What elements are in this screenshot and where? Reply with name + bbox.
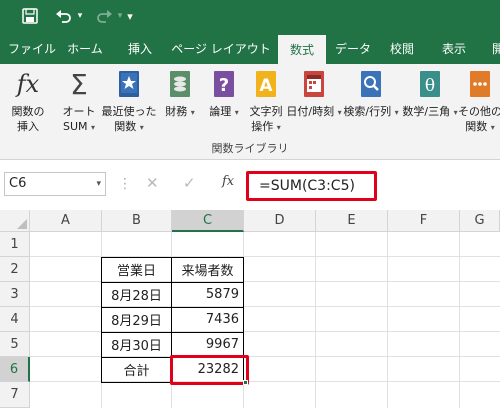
formula-bar-grip-icon: ⋮	[118, 176, 132, 192]
math-trig-button[interactable]: θ 数学/三角 ▾	[400, 68, 460, 142]
gridline	[30, 381, 500, 382]
column-header-e[interactable]: E	[316, 210, 388, 232]
row-header-6[interactable]: 6	[0, 357, 30, 382]
tab-file[interactable]: ファイル	[6, 32, 58, 64]
ribbon: fx 関数の 挿入 Σ オート SUM ▾ 最近使った 関数 ▾ 財務 ▾ ? 論理 …	[0, 64, 500, 160]
column-header-g[interactable]: G	[460, 210, 500, 232]
redo-icon	[92, 0, 116, 32]
date-cell[interactable]: 8月30日	[102, 332, 171, 356]
row-header-2[interactable]: 2	[0, 257, 30, 282]
gridline	[30, 306, 500, 307]
date-time-button[interactable]: 日付/時刻 ▾	[286, 68, 342, 142]
svg-text:?: ?	[219, 75, 229, 96]
fill-handle[interactable]	[243, 380, 248, 385]
total-label-cell[interactable]: 合計	[102, 357, 171, 381]
insert-function-button[interactable]: fx 関数の 挿入	[4, 68, 52, 142]
count-cell[interactable]: 7436	[172, 307, 243, 331]
undo-icon[interactable]	[52, 0, 76, 32]
coins-book-icon	[164, 68, 196, 100]
star-book-icon	[113, 68, 145, 100]
header-cell-visitors[interactable]: 来場者数	[172, 257, 243, 281]
gridline	[30, 256, 500, 257]
text-book-icon: A	[250, 68, 282, 100]
tab-home[interactable]: ホーム	[62, 32, 108, 64]
header-cell-business-day[interactable]: 営業日	[102, 257, 171, 281]
row-header-3[interactable]: 3	[0, 282, 30, 307]
date-cell[interactable]: 8月29日	[102, 307, 171, 331]
calendar-book-icon	[298, 68, 330, 100]
tab-data[interactable]: データ	[330, 32, 376, 64]
recently-used-button[interactable]: 最近使った 関数 ▾	[100, 68, 158, 142]
column-header-a[interactable]: A	[30, 210, 102, 232]
more-book-icon	[464, 68, 496, 100]
svg-text:θ: θ	[425, 76, 435, 96]
tab-view[interactable]: 表示	[434, 32, 474, 64]
row-header-4[interactable]: 4	[0, 307, 30, 332]
formula-bar: C6 ▾ ⋮ ✕ ✓ fx =SUM(C3:C5)	[0, 160, 500, 210]
column-header-d[interactable]: D	[244, 210, 316, 232]
row-header-5[interactable]: 5	[0, 332, 30, 357]
count-cell[interactable]: 9967	[172, 332, 243, 356]
sigma-icon: Σ	[70, 67, 88, 101]
row-header-7[interactable]: 7	[0, 382, 30, 408]
title-bar: ▾ ▾ ▾	[0, 0, 500, 32]
cancel-icon[interactable]: ✕	[146, 174, 159, 192]
formula-input[interactable]: =SUM(C3:C5)	[246, 171, 377, 201]
column-header-b[interactable]: B	[102, 210, 172, 232]
tab-insert[interactable]: 挿入	[120, 32, 160, 64]
financial-button[interactable]: 財務 ▾	[160, 68, 200, 142]
undo-dropdown-icon[interactable]: ▾	[74, 0, 86, 32]
tab-formulas[interactable]: 数式	[278, 35, 326, 64]
gridline	[30, 281, 500, 282]
column-header-c[interactable]: C	[172, 210, 244, 232]
worksheet-grid[interactable]: A B C D E F G 1 2 3 4 5 6 7 営業日 来場者数 8月2…	[0, 210, 500, 408]
tab-developer[interactable]: 開発	[484, 32, 500, 64]
tab-review[interactable]: 校閲	[382, 32, 422, 64]
name-box[interactable]: C6 ▾	[4, 172, 106, 196]
autosum-button[interactable]: Σ オート SUM ▾	[56, 68, 102, 142]
name-box-value: C6	[9, 176, 27, 191]
logical-button[interactable]: ? 論理 ▾	[204, 68, 244, 142]
svg-text:A: A	[259, 76, 273, 96]
question-book-icon: ?	[208, 68, 240, 100]
count-cell[interactable]: 5879	[172, 282, 243, 306]
gridline	[30, 356, 500, 357]
ribbon-tabs: ファイル ホーム 挿入 ページ レイアウト 数式 データ 校閲 表示 開発	[0, 32, 500, 64]
tab-page-layout[interactable]: ページ レイアウト	[168, 32, 274, 64]
more-functions-button[interactable]: その他の 関数 ▾	[458, 68, 500, 142]
function-library-group-label: 関数ライブラリ	[211, 142, 289, 155]
select-all-corner[interactable]	[0, 210, 30, 232]
lookup-reference-button[interactable]: 検索/行列 ▾	[342, 68, 400, 142]
row-header-1[interactable]: 1	[0, 232, 30, 257]
theta-book-icon: θ	[414, 68, 446, 100]
name-box-dropdown-icon[interactable]: ▾	[96, 173, 101, 195]
fx-icon: fx	[16, 70, 40, 98]
search-book-icon	[355, 68, 387, 100]
gridline	[30, 331, 500, 332]
save-icon[interactable]	[18, 0, 42, 32]
insert-function-icon[interactable]: fx	[222, 174, 234, 189]
selected-cell-highlight	[170, 355, 249, 385]
text-button[interactable]: A 文字列 操作 ▾	[244, 68, 288, 142]
customize-icon[interactable]: ▾	[122, 0, 138, 32]
column-header-f[interactable]: F	[388, 210, 460, 232]
enter-icon[interactable]: ✓	[183, 174, 196, 192]
date-cell[interactable]: 8月28日	[102, 282, 171, 306]
